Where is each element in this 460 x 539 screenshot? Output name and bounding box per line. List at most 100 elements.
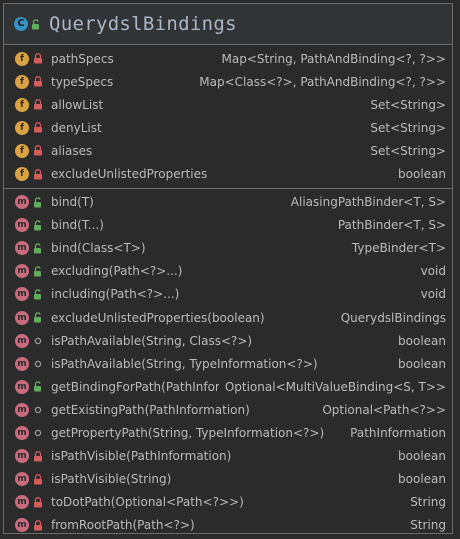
return-type: boolean [398,449,446,464]
method-signature: excluding(Path<?>...) [51,264,183,279]
method-icon: m [15,495,29,510]
public-lock-icon [32,196,43,208]
private-lock-icon [32,450,43,462]
method-row[interactable]: m isPathVisible(String) boolean [4,468,452,491]
field-name: excludeUnlistedProperties [51,167,208,182]
method-row[interactable]: m bind(T...) PathBinder<T, S> [4,214,452,237]
method-row[interactable]: m isPathAvailable(String, Class<?>) boolea… [4,329,452,352]
method-signature: isPathAvailable(String, Class<?>) [51,333,253,348]
field-type: boolean [398,167,446,182]
field-icon: f [15,143,29,158]
return-type: String [410,495,446,510]
method-signature: getPropertyPath(String, TypeInformation<… [51,426,325,441]
field-name: aliases [51,143,93,158]
field-row[interactable]: f pathSpecs Map<String, PathAndBinding<?, … [4,47,452,70]
field-icon: f [15,74,29,89]
method-row[interactable]: m isPathVisible(PathInformation) boolean [4,445,452,468]
return-type: String [410,518,446,533]
method-signature: isPathVisible(PathInformation) [51,449,232,464]
method-row[interactable]: m getExistingPath(PathInformation) Optiona… [4,398,452,421]
public-lock-icon [32,265,43,277]
method-row[interactable]: m bind(T) AliasingPathBinder<T, S> [4,191,452,214]
method-signature: bind(T...) [51,218,104,233]
method-row[interactable]: m isPathAvailable(String, TypeInformation… [4,352,452,375]
package-dot-icon [32,427,43,439]
method-signature: bind(Class<T>) [51,241,146,256]
private-lock-icon [32,145,43,157]
methods-section: m bind(T) AliasingPathBinder<T, S> m bind(T.… [4,189,452,539]
private-lock-icon [32,122,43,134]
method-row[interactable]: m fromRootPath(Path<?>) String [4,514,452,537]
field-type: Map<Class<?>, PathAndBinding<?, ?>> [199,74,446,89]
field-icon: f [15,167,29,182]
method-icon: m [15,356,29,371]
private-lock-icon [32,76,43,88]
field-icon: f [15,51,29,66]
field-type: Map<String, PathAndBinding<?, ?>> [221,51,447,66]
method-row[interactable]: m excludeUnlistedProperties(boolean) Query… [4,306,452,329]
field-row[interactable]: f allowList Set<String> [4,93,452,116]
return-type: void [420,264,446,279]
method-signature: toDotPath(Optional<Path<?>>) [51,495,244,510]
method-icon: m [15,426,29,441]
method-signature: including(Path<?>...) [51,287,180,302]
field-type: Set<String> [370,97,446,112]
return-type: Optional<MultiValueBinding<S, T>> [224,379,446,394]
field-name: allowList [51,97,104,112]
private-lock-icon [32,99,43,111]
return-type: boolean [398,472,446,487]
return-type: void [420,287,446,302]
private-lock-icon [32,168,43,180]
field-row[interactable]: f denyList Set<String> [4,116,452,139]
private-lock-icon [32,53,43,65]
method-icon: m [15,218,29,233]
return-type: PathBinder<T, S> [337,218,446,233]
method-icon: m [15,379,29,394]
field-type: Set<String> [370,120,446,135]
method-row[interactable]: m toDotPath(Optional<Path<?>>) String [4,491,452,514]
method-row[interactable]: m excluding(Path<?>...) void [4,260,452,283]
method-row[interactable]: m bind(Class<T>) TypeBinder<T> [4,237,452,260]
method-icon: m [15,449,29,464]
public-lock-icon [32,288,43,300]
method-signature: isPathVisible(String) [51,472,172,487]
method-icon: m [15,264,29,279]
field-type: Set<String> [370,143,446,158]
method-row[interactable]: m including(Path<?>...) void [4,283,452,306]
package-dot-icon [32,404,43,416]
method-icon: m [15,287,29,302]
private-lock-icon [32,519,43,531]
public-lock-icon [32,312,43,324]
field-icon: f [15,97,29,112]
public-lock-icon [32,381,43,393]
public-lock-icon [32,242,43,254]
private-lock-icon [32,473,43,485]
class-header: C QuerydslBindings [4,4,452,45]
return-type: boolean [398,356,446,371]
method-signature: bind(T) [51,195,94,210]
fields-section: f pathSpecs Map<String, PathAndBinding<?, … [4,45,452,189]
field-row[interactable]: f excludeUnlistedProperties boolean [4,162,452,185]
field-row[interactable]: f typeSpecs Map<Class<?>, PathAndBinding<?… [4,70,452,93]
return-type: TypeBinder<T> [351,241,446,256]
class-icon: C [14,17,28,31]
method-icon: m [15,195,29,210]
field-name: denyList [51,120,102,135]
method-icon: m [15,518,29,533]
method-icon: m [15,402,29,417]
field-icon: f [15,120,29,135]
public-lock-icon [32,219,43,231]
method-row[interactable]: m getBindingForPath(PathInformation) Optio… [4,375,452,398]
public-lock-icon [31,18,41,29]
method-icon: m [15,333,29,348]
class-diagram-box: C QuerydslBindings f pathSpecs Map<String,… [3,3,453,534]
method-signature: getBindingForPath(PathInformation) [51,379,219,394]
return-type: PathInformation [350,426,446,441]
return-type: boolean [398,333,446,348]
private-lock-icon [32,496,43,508]
field-row[interactable]: f aliases Set<String> [4,139,452,162]
return-type: AliasingPathBinder<T, S> [290,195,446,210]
method-signature: excludeUnlistedProperties(boolean) [51,310,265,325]
method-icon: m [15,472,29,487]
method-row[interactable]: m getPropertyPath(String, TypeInformation… [4,422,452,445]
